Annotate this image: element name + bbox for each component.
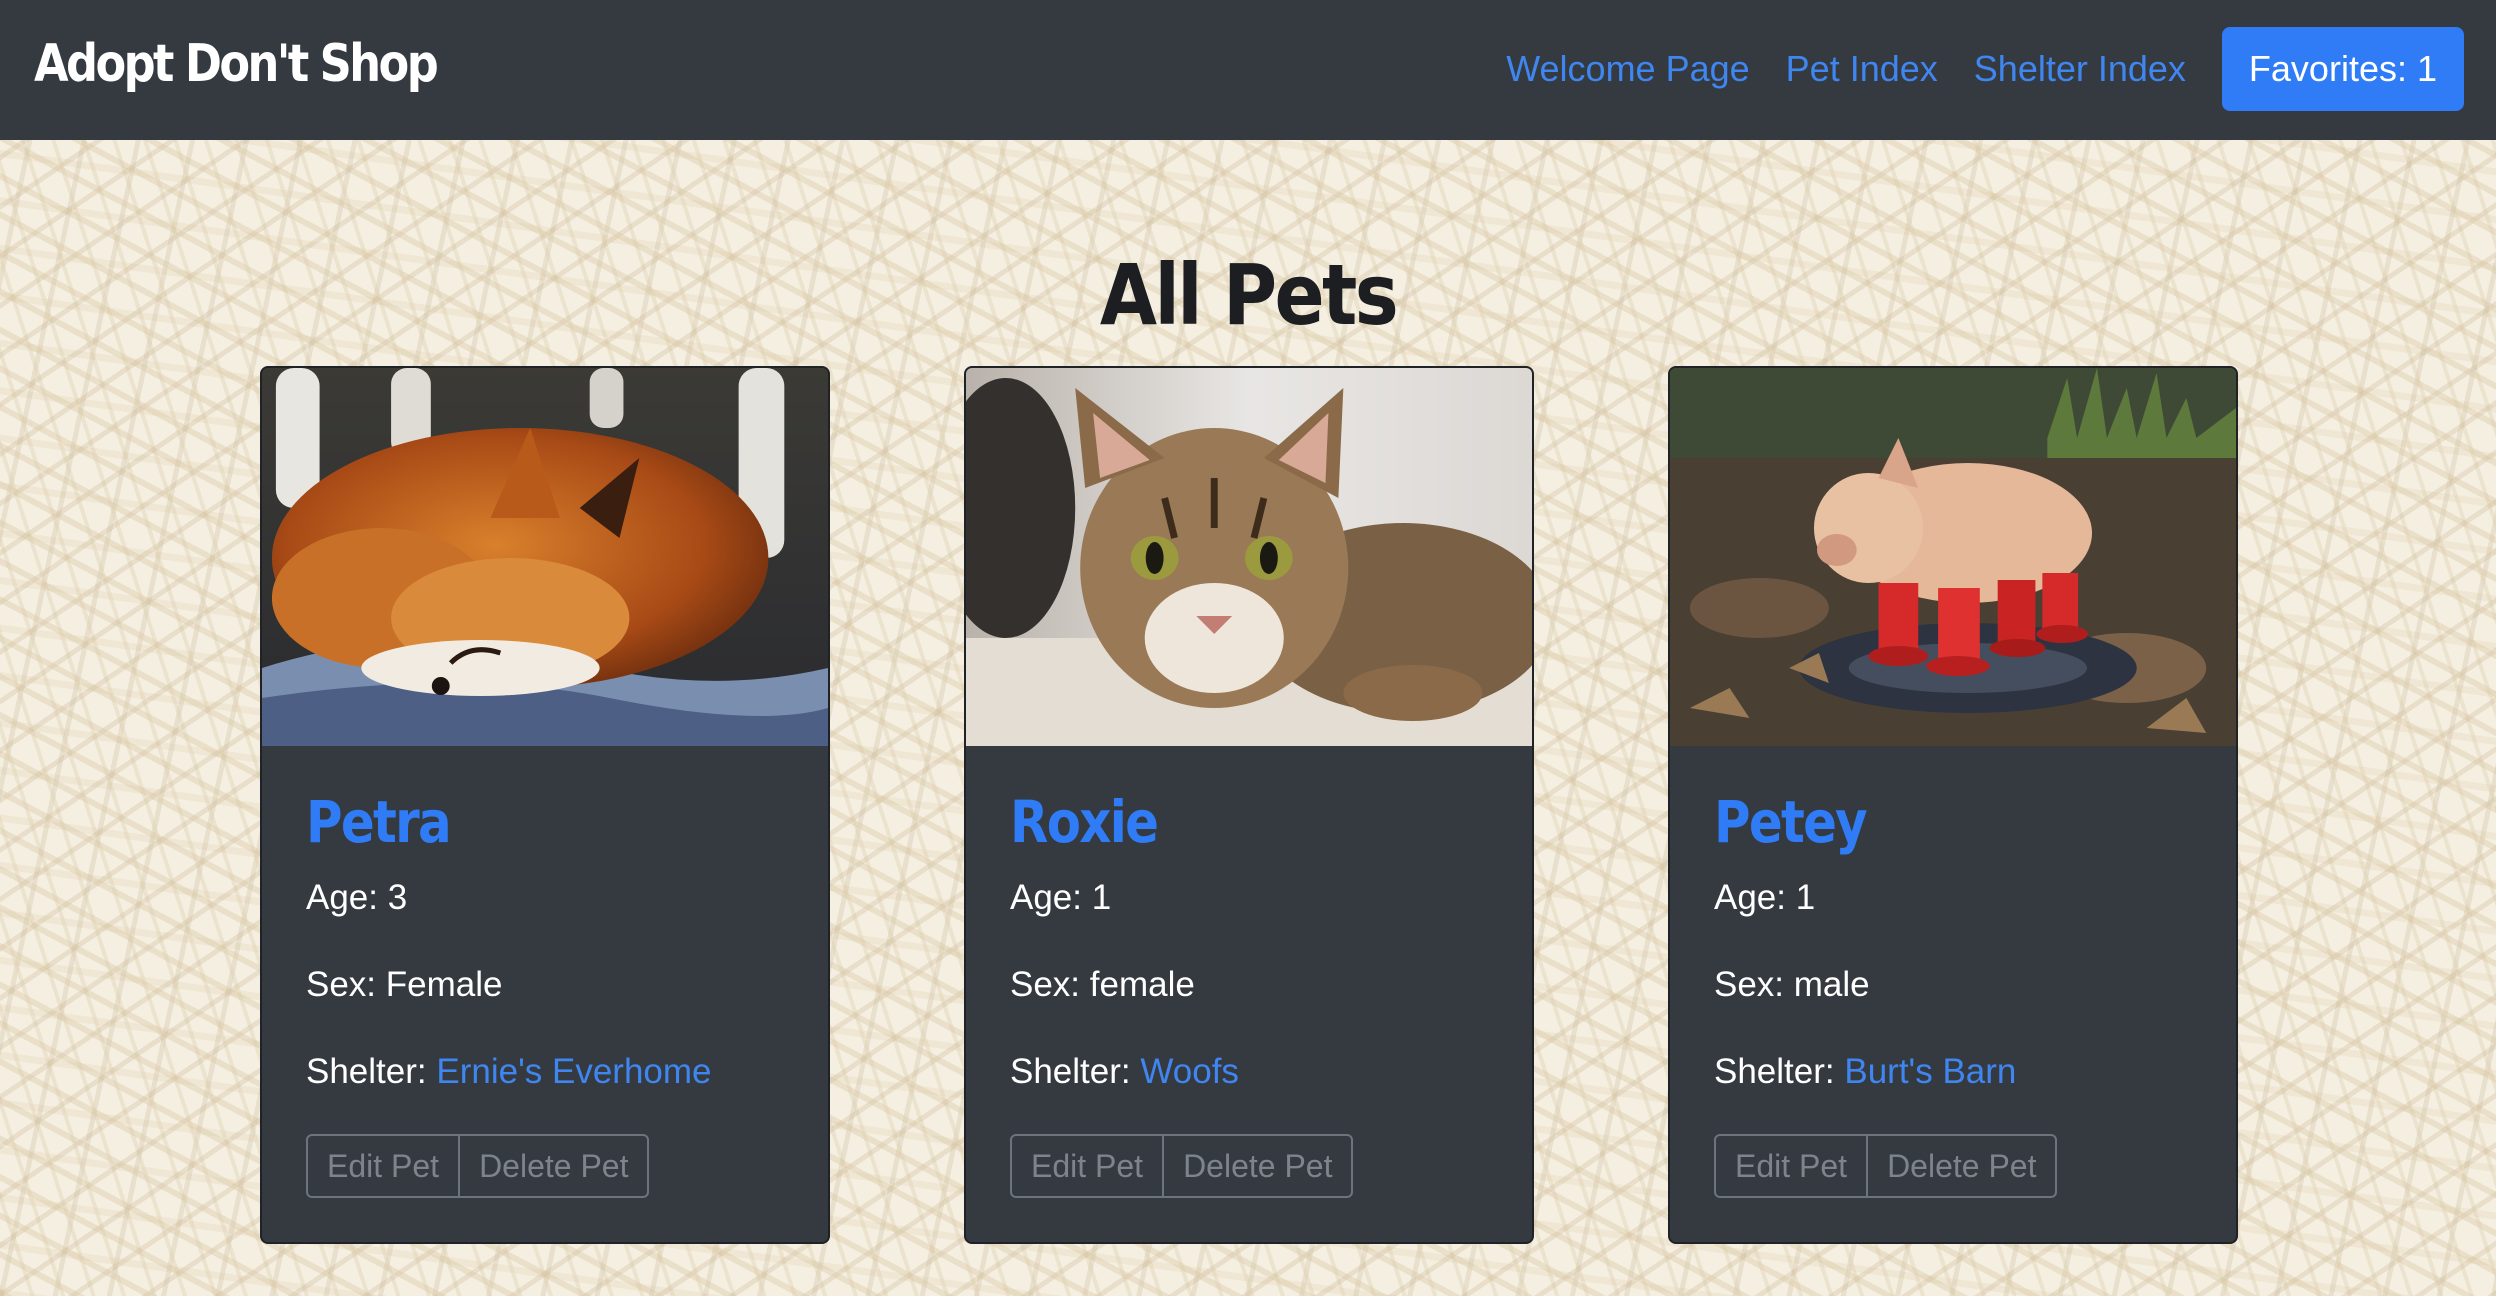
- nav-link-welcome-page[interactable]: Welcome Page: [1506, 48, 1749, 90]
- pet-photo-fox: [262, 368, 828, 746]
- pet-shelter: Shelter: Ernie's Everhome: [306, 1052, 712, 1092]
- delete-pet-button[interactable]: Delete Pet: [458, 1136, 647, 1196]
- shelter-link[interactable]: Burt's Barn: [1844, 1052, 2016, 1091]
- pet-name-link[interactable]: Petey: [1714, 788, 1868, 856]
- nav-link-shelter-index[interactable]: Shelter Index: [1974, 48, 2186, 90]
- edit-pet-button[interactable]: Edit Pet: [1716, 1136, 1866, 1196]
- delete-pet-button[interactable]: Delete Pet: [1866, 1136, 2055, 1196]
- delete-pet-button[interactable]: Delete Pet: [1162, 1136, 1351, 1196]
- shelter-label: Shelter:: [1714, 1052, 1835, 1091]
- favorites-button[interactable]: Favorites: 1: [2221, 27, 2464, 111]
- pet-sex: Sex: Female: [306, 965, 503, 1004]
- page-title: All Pets: [1099, 246, 1399, 345]
- pet-card: Roxie Age: 1 Sex: female Shelter: Woofs …: [964, 366, 1534, 1244]
- shelter-label: Shelter:: [1010, 1052, 1131, 1091]
- nav-link-pet-index[interactable]: Pet Index: [1786, 48, 1938, 90]
- shelter-link[interactable]: Woofs: [1140, 1052, 1239, 1091]
- edit-pet-button[interactable]: Edit Pet: [1012, 1136, 1162, 1196]
- shelter-link[interactable]: Ernie's Everhome: [436, 1052, 711, 1091]
- pet-name-link[interactable]: Roxie: [1010, 788, 1159, 856]
- pet-photo-cat: [966, 368, 1532, 746]
- pet-name-link[interactable]: Petra: [306, 788, 452, 856]
- edit-pet-button[interactable]: Edit Pet: [308, 1136, 458, 1196]
- pet-actions: Edit Pet Delete Pet: [1010, 1134, 1354, 1198]
- pet-sex: Sex: female: [1010, 965, 1195, 1004]
- pet-sex: Sex: male: [1714, 965, 1870, 1004]
- pet-card: Petra Age: 3 Sex: Female Shelter: Ernie'…: [260, 366, 830, 1244]
- navbar: Adopt Don't Shop Welcome Page Pet Index …: [0, 0, 2496, 140]
- pet-card: Petey Age: 1 Sex: male Shelter: Burt's B…: [1668, 366, 2238, 1244]
- pet-actions: Edit Pet Delete Pet: [306, 1134, 650, 1198]
- pet-photo-pig: [1670, 368, 2236, 746]
- pet-shelter: Shelter: Burt's Barn: [1714, 1052, 2016, 1092]
- pet-actions: Edit Pet Delete Pet: [1714, 1134, 2058, 1198]
- shelter-label: Shelter:: [306, 1052, 427, 1091]
- pet-age: Age: 1: [1714, 878, 1816, 917]
- brand-logo[interactable]: Adopt Don't Shop: [34, 34, 439, 94]
- pet-age: Age: 3: [306, 878, 408, 917]
- nav-links: Welcome Page Pet Index Shelter Index Fav…: [1506, 27, 2464, 111]
- pet-age: Age: 1: [1010, 878, 1112, 917]
- pet-shelter: Shelter: Woofs: [1010, 1052, 1239, 1092]
